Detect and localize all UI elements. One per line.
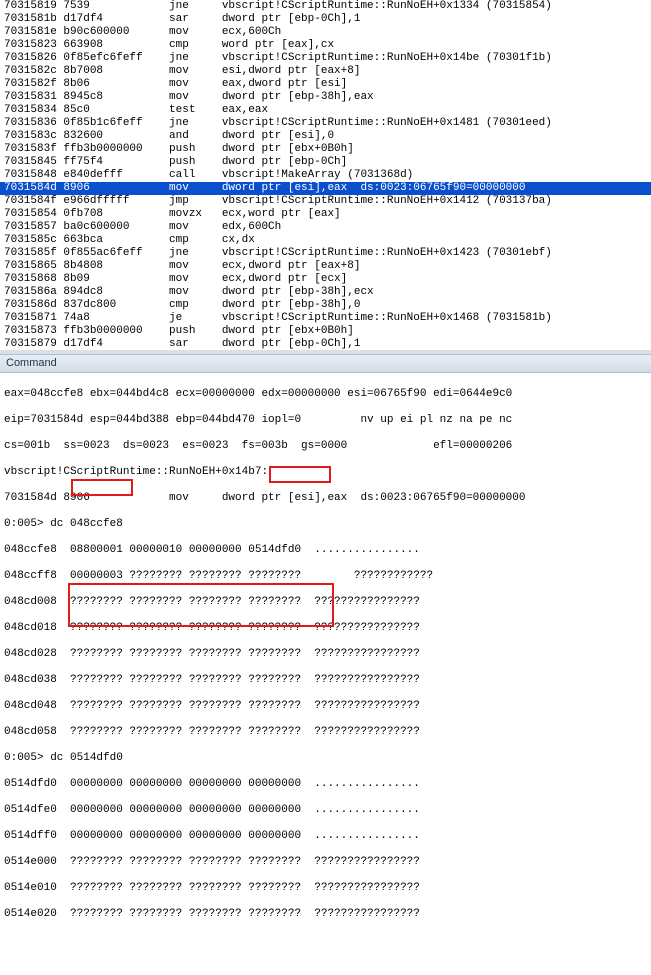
- disasm-row[interactable]: 70315857 ba0c600000 mov edx,600Ch: [0, 221, 651, 234]
- registers-line: eax=048ccfe8 ebx=044bd4c8 ecx=00000000 e…: [4, 388, 647, 401]
- disasm-row[interactable]: 70315845 ff75f4 push dword ptr [ebp-0Ch]: [0, 156, 651, 169]
- registers-line: eip=7031584d esp=044bd388 ebp=044bd470 i…: [4, 414, 647, 427]
- disasm-row[interactable]: 70315854 0fb708 movzx ecx,word ptr [eax]: [0, 208, 651, 221]
- disasm-row[interactable]: 70315819 7539 jne vbscript!CScriptRuntim…: [0, 0, 651, 13]
- registers-line: cs=001b ss=0023 ds=0023 es=0023 fs=003b …: [4, 440, 647, 453]
- disasm-row[interactable]: 7031581b d17df4 sar dword ptr [ebp-0Ch],…: [0, 13, 651, 26]
- command-pane[interactable]: eax=048ccfe8 ebx=044bd4c8 ecx=00000000 e…: [0, 373, 651, 975]
- disasm-row[interactable]: 7031584f e966dfffff jmp vbscript!CScript…: [0, 195, 651, 208]
- disasm-row[interactable]: 70315823 663908 cmp word ptr [eax],cx: [0, 39, 651, 52]
- disasm-row[interactable]: 70315826 0f85efc6feff jne vbscript!CScri…: [0, 52, 651, 65]
- dump-line: 0514e000 ???????? ???????? ???????? ????…: [4, 856, 647, 869]
- disasm-row[interactable]: 7031583f ffb3b0000000 push dword ptr [eb…: [0, 143, 651, 156]
- disasm-row[interactable]: 7031582f 8b06 mov eax,dword ptr [esi]: [0, 78, 651, 91]
- disasm-row[interactable]: 7031585c 663bca cmp cx,dx: [0, 234, 651, 247]
- disasm-row[interactable]: 70315868 8b09 mov ecx,dword ptr [ecx]: [0, 273, 651, 286]
- command-pane-header[interactable]: Command: [0, 354, 651, 373]
- dump-line: 048cd048 ???????? ???????? ???????? ????…: [4, 700, 647, 713]
- dump-line: 048ccfe8 08800001 00000010 00000000 0514…: [4, 544, 647, 557]
- prompt-line: 0:005> dc 048ccfe8: [4, 518, 647, 531]
- dump-line: 048cd018 ???????? ???????? ???????? ????…: [4, 622, 647, 635]
- instruction-line: 7031584d 8906 mov dword ptr [esi],eax ds…: [4, 492, 647, 505]
- disasm-row[interactable]: 7031584d 8906 mov dword ptr [esi],eax ds…: [0, 182, 651, 195]
- dump-line: 0514e010 ???????? ???????? ???????? ????…: [4, 882, 647, 895]
- dump-line: 048ccff8 00000003 ???????? ???????? ????…: [4, 570, 647, 583]
- disasm-row[interactable]: 70315873 ffb3b0000000 push dword ptr [eb…: [0, 325, 651, 338]
- dump-line: 0514dfe0 00000000 00000000 00000000 0000…: [4, 804, 647, 817]
- disasm-row[interactable]: 7031582c 8b7008 mov esi,dword ptr [eax+8…: [0, 65, 651, 78]
- disasm-row[interactable]: 70315831 8945c8 mov dword ptr [ebp-38h],…: [0, 91, 651, 104]
- disasm-row[interactable]: 7031586a 894dc8 mov dword ptr [ebp-38h],…: [0, 286, 651, 299]
- disasm-row[interactable]: 7031581e b90c600000 mov ecx,600Ch: [0, 26, 651, 39]
- symbol-line: vbscript!CScriptRuntime::RunNoEH+0x14b7:: [4, 466, 647, 479]
- disasm-row[interactable]: 70315871 74a8 je vbscript!CScriptRuntime…: [0, 312, 651, 325]
- disasm-row[interactable]: 70315865 8b4808 mov ecx,dword ptr [eax+8…: [0, 260, 651, 273]
- dump-line: 0514e020 ???????? ???????? ???????? ????…: [4, 908, 647, 921]
- disasm-row[interactable]: 70315848 e840defff call vbscript!MakeArr…: [0, 169, 651, 182]
- dump-line: 048cd028 ???????? ???????? ???????? ????…: [4, 648, 647, 661]
- disasm-row[interactable]: 70315879 d17df4 sar dword ptr [ebp-0Ch],…: [0, 338, 651, 350]
- disasm-row[interactable]: 70315836 0f85b1c6feff jne vbscript!CScri…: [0, 117, 651, 130]
- disasm-row[interactable]: 7031585f 0f855ac6feff jne vbscript!CScri…: [0, 247, 651, 260]
- disassembly-pane[interactable]: 70315819 7539 jne vbscript!CScriptRuntim…: [0, 0, 651, 350]
- disasm-row[interactable]: 7031583c 832600 and dword ptr [esi],0: [0, 130, 651, 143]
- dump-line: 0514dfd0 00000000 00000000 00000000 0000…: [4, 778, 647, 791]
- prompt-line: 0:005> dc 0514dfd0: [4, 752, 647, 765]
- dump-line: 048cd008 ???????? ???????? ???????? ????…: [4, 596, 647, 609]
- dump-line: 0514dff0 00000000 00000000 00000000 0000…: [4, 830, 647, 843]
- command-title: Command: [6, 357, 57, 369]
- dump-line: 048cd058 ???????? ???????? ???????? ????…: [4, 726, 647, 739]
- dump-line: 048cd038 ???????? ???????? ???????? ????…: [4, 674, 647, 687]
- disasm-row[interactable]: 7031586d 837dc800 cmp dword ptr [ebp-38h…: [0, 299, 651, 312]
- disasm-row[interactable]: 70315834 85c0 test eax,eax: [0, 104, 651, 117]
